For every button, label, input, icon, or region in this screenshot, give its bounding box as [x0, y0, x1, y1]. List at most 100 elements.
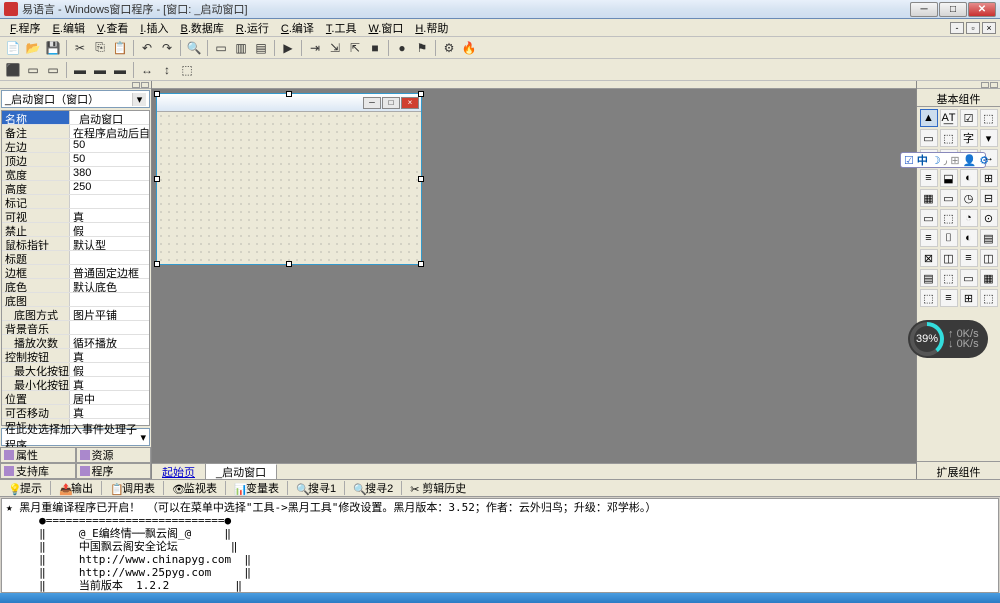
form-canvas[interactable]	[157, 112, 421, 264]
toolbox-item[interactable]: ⬚	[980, 289, 998, 307]
toolbox-item[interactable]: ◫	[980, 249, 998, 267]
form-maximize-button[interactable]: □	[382, 97, 400, 109]
prop-value[interactable]: 普通固定边框	[70, 265, 149, 278]
stop-button[interactable]: ■	[366, 39, 384, 57]
new-button[interactable]: 📄	[4, 39, 22, 57]
panel-close-icon[interactable]	[990, 82, 998, 88]
toolbox-item[interactable]: ☑	[960, 109, 978, 127]
prop-value[interactable]: 循环播放	[70, 335, 149, 348]
tab-startpage[interactable]: 起始页	[152, 464, 206, 479]
output-tab[interactable]: 📋调用表	[106, 480, 159, 496]
prop-value[interactable]: 真	[70, 405, 149, 418]
bookmark-button[interactable]: ⚑	[413, 39, 431, 57]
property-row[interactable]: 底图方式图片平铺	[2, 307, 149, 321]
event-selector[interactable]: 在此处选择加入事件处理子程序 ▾	[1, 428, 150, 446]
prop-value[interactable]	[70, 195, 149, 208]
menu-item[interactable]: V.查看	[91, 19, 134, 37]
menu-item[interactable]: I.插入	[134, 19, 174, 37]
toolbox-item[interactable]: ≡	[940, 289, 958, 307]
toolbox-item[interactable]: ◫	[940, 249, 958, 267]
output-pane[interactable]: ★ 黑月重编译程序已开启！ （可以在菜单中选择"工具->黑月工具"修改设置。黑月…	[1, 498, 999, 593]
toolbox-item[interactable]: ⊞	[960, 289, 978, 307]
output-tab[interactable]: ✂剪辑历史	[406, 480, 470, 496]
prop-value[interactable]: 真	[70, 209, 149, 222]
output-tab[interactable]: 👁监视表	[168, 480, 221, 496]
mdi-minimize-icon[interactable]: -	[950, 22, 964, 34]
panel-close-icon[interactable]	[141, 82, 149, 88]
prop-value[interactable]	[70, 251, 149, 264]
minimize-button[interactable]: ─	[910, 2, 938, 17]
layout3-button[interactable]: ▤	[252, 39, 270, 57]
property-row[interactable]: 鼠标指针默认型	[2, 237, 149, 251]
form-designer[interactable]: ─ □ ×	[156, 93, 422, 265]
panel-tab[interactable]: 属性	[0, 447, 76, 463]
output-tab[interactable]: 📊变量表	[230, 480, 283, 496]
align-top-button[interactable]: ▬	[71, 61, 89, 79]
maximize-button[interactable]: □	[939, 2, 967, 17]
toolbox-item[interactable]: ≡	[960, 249, 978, 267]
menu-item[interactable]: B.数据库	[174, 19, 229, 37]
toolbox-item[interactable]: ▭	[940, 189, 958, 207]
property-row[interactable]: 可否移动真	[2, 405, 149, 419]
toolbox-item[interactable]: ⬚	[920, 289, 938, 307]
redo-button[interactable]: ↷	[158, 39, 176, 57]
menu-item[interactable]: C.编译	[275, 19, 320, 37]
prop-value[interactable]: 默认型	[70, 237, 149, 250]
mdi-client[interactable]: ─ □ ×	[152, 89, 916, 463]
menu-item[interactable]: T.工具	[320, 19, 363, 37]
toolbox-item[interactable]: ⬚	[940, 129, 958, 147]
save-button[interactable]: 💾	[44, 39, 62, 57]
prop-value[interactable]: 50	[70, 139, 149, 152]
form-close-button[interactable]: ×	[401, 97, 419, 109]
property-row[interactable]: 可视真	[2, 209, 149, 223]
undo-button[interactable]: ↶	[138, 39, 156, 57]
toolbox-item[interactable]: ⊟	[980, 189, 998, 207]
toolbox-footer[interactable]: 扩展组件	[917, 461, 1000, 479]
mdi-restore-icon[interactable]: ▫	[966, 22, 980, 34]
find-button[interactable]: 🔍	[185, 39, 203, 57]
property-row[interactable]: 名称_启动窗口	[2, 111, 149, 125]
property-row[interactable]: 备注在程序启动后自动	[2, 125, 149, 139]
align-left-button[interactable]: ⬛	[4, 61, 22, 79]
same-width-button[interactable]: ↔	[138, 61, 156, 79]
toolbox-item[interactable]: ⊙	[980, 209, 998, 227]
build-button[interactable]: 🔥	[460, 39, 478, 57]
property-row[interactable]: 顶边50	[2, 153, 149, 167]
menu-item[interactable]: R.运行	[230, 19, 275, 37]
layout2-button[interactable]: ▥	[232, 39, 250, 57]
align-right-button[interactable]: ▭	[44, 61, 62, 79]
same-size-button[interactable]: ⬚	[178, 61, 196, 79]
tab-startup-window[interactable]: _启动窗口	[206, 464, 277, 479]
panel-pin-icon[interactable]	[981, 82, 989, 88]
property-row[interactable]: 控制按钮真	[2, 349, 149, 363]
toolbox-item[interactable]: ▭	[920, 129, 938, 147]
prop-value[interactable]: 假	[70, 223, 149, 236]
stepover-button[interactable]: ⇲	[326, 39, 344, 57]
panel-tab[interactable]: 资源	[76, 447, 152, 463]
prop-value[interactable]	[70, 293, 149, 306]
cut-button[interactable]: ✂	[71, 39, 89, 57]
prop-value[interactable]: 在程序启动后自动	[70, 125, 149, 138]
toolbox-item[interactable]: ▾	[980, 129, 998, 147]
toolbox-item[interactable]: ▭	[960, 269, 978, 287]
prop-value[interactable]: 默认底色	[70, 279, 149, 292]
stepout-button[interactable]: ⇱	[346, 39, 364, 57]
toolbox-item[interactable]: ▤	[920, 269, 938, 287]
close-button[interactable]: ✕	[968, 2, 996, 17]
toolbox-item[interactable]: 字	[960, 129, 978, 147]
toolbox-item[interactable]: ◐	[960, 169, 978, 187]
toolbox-item[interactable]: ≡	[920, 169, 938, 187]
prop-value[interactable]: 真	[70, 377, 149, 390]
prop-value[interactable]: 假	[70, 363, 149, 376]
toolbox-item[interactable]: ≡	[920, 229, 938, 247]
same-height-button[interactable]: ↕	[158, 61, 176, 79]
toolbox-item[interactable]: ◔	[960, 209, 978, 227]
prop-value[interactable]: _启动窗口	[70, 111, 149, 124]
object-selector[interactable]: _启动窗口（窗口） ▾	[1, 90, 150, 108]
property-grid[interactable]: 名称_启动窗口备注在程序启动后自动左边50顶边50宽度380高度250标记可视真…	[1, 110, 150, 426]
property-row[interactable]: 底图	[2, 293, 149, 307]
property-row[interactable]: 高度250	[2, 181, 149, 195]
compile-button[interactable]: ⚙	[440, 39, 458, 57]
output-tab[interactable]: 🔍搜寻2	[349, 480, 397, 496]
step-button[interactable]: ⇥	[306, 39, 324, 57]
